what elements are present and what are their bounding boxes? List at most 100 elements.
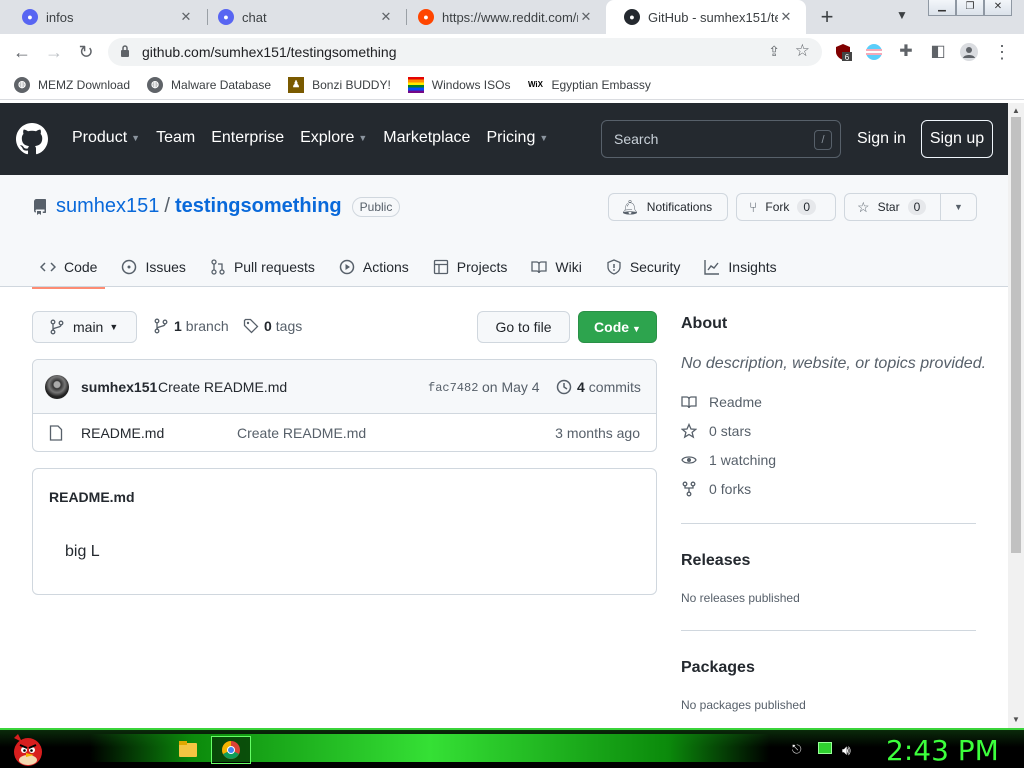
- browser-tab-chat[interactable]: ● chat ✕: [200, 0, 406, 34]
- start-button-angry-bird-icon[interactable]: [8, 730, 46, 768]
- notifications-button[interactable]: 🔔︎ Notifications: [608, 193, 728, 221]
- commits-history-link[interactable]: 4 commits: [556, 379, 641, 395]
- nav-team[interactable]: Team: [156, 129, 195, 147]
- tab-security[interactable]: Security: [598, 247, 689, 287]
- tab-insights[interactable]: Insights: [696, 247, 784, 287]
- go-to-file-button[interactable]: Go to file: [477, 311, 570, 343]
- github-logo-icon[interactable]: [16, 123, 48, 155]
- side-panel-icon[interactable]: ◧: [926, 40, 950, 64]
- sign-in-link[interactable]: Sign in: [857, 130, 906, 148]
- reload-icon[interactable]: ↻: [74, 40, 98, 64]
- address-bar[interactable]: github.com/sumhex151/testingsomething ⇪ …: [108, 38, 822, 66]
- star-button[interactable]: ☆ Star 0: [844, 193, 941, 221]
- history-icon: [556, 379, 572, 395]
- watchers-link[interactable]: 1 watching: [681, 452, 776, 468]
- close-tab-icon[interactable]: ✕: [378, 9, 394, 25]
- close-window-icon[interactable]: ✕: [984, 0, 1012, 16]
- file-commit-message-link[interactable]: Create README.md: [237, 425, 366, 441]
- ublock-extension-icon[interactable]: 6: [834, 43, 852, 61]
- readme-title[interactable]: README.md: [49, 489, 135, 505]
- extension-pride-icon[interactable]: [865, 43, 883, 61]
- browser-tab-infos[interactable]: ● infos ✕: [4, 0, 206, 34]
- tab-wiki[interactable]: Wiki: [523, 247, 589, 287]
- commit-sha-link[interactable]: fac7482: [428, 381, 478, 395]
- repo-icon: [34, 198, 46, 215]
- nav-marketplace[interactable]: Marketplace: [383, 129, 470, 147]
- bookmark-label: Malware Database: [171, 77, 272, 92]
- repo-name-link[interactable]: testingsomething: [175, 195, 342, 218]
- page-scrollbar[interactable]: ▲ ▼: [1008, 103, 1024, 728]
- forks-label: forks: [720, 481, 752, 497]
- bookmarks-bar: ◍ MEMZ Download ◍ Malware Database ♟ Bon…: [0, 70, 1024, 100]
- new-tab-button[interactable]: +: [816, 4, 838, 30]
- browser-tab-reddit[interactable]: ● https://www.reddit.com/r/ ✕: [400, 0, 606, 34]
- puzzle-extensions-icon[interactable]: ✚: [894, 40, 918, 64]
- commit-author-link[interactable]: sumhex151: [81, 379, 157, 395]
- bookmark-label: Bonzi BUDDY!: [312, 77, 391, 92]
- bookmark-memz[interactable]: ◍ MEMZ Download: [14, 76, 130, 93]
- branches-link[interactable]: 1 branch: [153, 318, 229, 334]
- close-tab-icon[interactable]: ✕: [578, 9, 594, 25]
- bookmark-malware-database[interactable]: ◍ Malware Database: [147, 76, 272, 93]
- about-description: No description, website, or topics provi…: [681, 355, 987, 372]
- taskbar-chrome[interactable]: [211, 736, 251, 764]
- forks-count: 0: [709, 481, 717, 497]
- stars-link[interactable]: 0 stars: [681, 423, 751, 439]
- avatar[interactable]: [45, 375, 69, 399]
- tab-search-chevron-icon[interactable]: ▼: [896, 8, 908, 22]
- close-tab-icon[interactable]: ✕: [778, 9, 794, 25]
- fork-button[interactable]: ⑂ Fork 0: [736, 193, 836, 221]
- scrollbar-thumb[interactable]: [1011, 117, 1021, 553]
- browser-tab-github[interactable]: ● GitHub - sumhex151/test ✕: [606, 0, 806, 34]
- tab-actions[interactable]: Actions: [331, 247, 417, 287]
- scroll-down-arrow-icon[interactable]: ▼: [1012, 715, 1020, 724]
- taskbar-clock[interactable]: 2:43 PM: [886, 734, 999, 767]
- bookmark-star-icon[interactable]: ☆: [795, 41, 810, 61]
- nav-pricing[interactable]: Pricing ▼: [486, 129, 548, 147]
- readme-link[interactable]: Readme: [681, 394, 762, 410]
- forks-link[interactable]: 0 forks: [681, 481, 751, 497]
- share-icon[interactable]: ⇪: [768, 43, 780, 60]
- nav-product[interactable]: Product ▼: [72, 129, 140, 147]
- scroll-up-arrow-icon[interactable]: ▲: [1012, 106, 1020, 115]
- tab-projects[interactable]: Projects: [425, 247, 516, 287]
- fork-icon: [682, 481, 696, 497]
- tab-label: Pull requests: [233, 259, 315, 275]
- nav-explore[interactable]: Explore ▼: [300, 129, 367, 147]
- stars-label: stars: [720, 423, 752, 439]
- bookmark-windows-isos[interactable]: Windows ISOs: [407, 76, 510, 93]
- tags-link[interactable]: 0 tags: [243, 318, 302, 334]
- sign-up-button[interactable]: Sign up: [921, 120, 993, 158]
- code-dropdown-button[interactable]: Code ▼: [578, 311, 657, 343]
- kebab-menu-icon[interactable]: ⋮: [990, 40, 1014, 64]
- commit-message-link[interactable]: Create README.md: [158, 379, 287, 395]
- tab-code[interactable]: Code: [32, 247, 106, 289]
- star-dropdown-button[interactable]: ▼: [940, 193, 977, 221]
- bookmark-egyptian-embassy[interactable]: WiX Egyptian Embassy: [527, 77, 651, 93]
- tab-issues[interactable]: Issues: [113, 247, 193, 287]
- table-row[interactable]: README.md Create README.md 3 months ago: [33, 414, 656, 452]
- tray-ime-icon[interactable]: ⎋: [792, 742, 802, 757]
- profile-avatar-icon[interactable]: [960, 43, 978, 61]
- github-search-input[interactable]: Search /: [601, 120, 841, 158]
- bookmark-bonzi-buddy[interactable]: ♟ Bonzi BUDDY!: [288, 76, 391, 93]
- repo-owner-link[interactable]: sumhex151: [56, 195, 159, 218]
- stars-count: 0: [709, 423, 717, 439]
- releases-heading[interactable]: Releases: [681, 552, 750, 570]
- chevron-down-icon: ▼: [632, 324, 641, 334]
- tab-pull-requests[interactable]: Pull requests: [202, 247, 323, 287]
- volume-icon[interactable]: 🔊︎: [842, 742, 851, 759]
- packages-heading[interactable]: Packages: [681, 659, 755, 677]
- maximize-icon[interactable]: ❐: [956, 0, 984, 16]
- os-taskbar: ⎋ 🔊︎ 2:43 PM: [0, 728, 1024, 768]
- branch-select-button[interactable]: main ▼: [32, 311, 137, 343]
- close-tab-icon[interactable]: ✕: [178, 9, 194, 25]
- network-icon[interactable]: [818, 742, 832, 754]
- forward-arrow-icon[interactable]: →: [42, 40, 66, 64]
- taskbar-explorer[interactable]: [168, 736, 208, 764]
- back-arrow-icon[interactable]: ←: [10, 40, 34, 64]
- nav-enterprise[interactable]: Enterprise: [211, 129, 284, 147]
- divider: [681, 630, 976, 631]
- minimize-icon[interactable]: ▁: [928, 0, 956, 16]
- file-name-link[interactable]: README.md: [81, 425, 164, 441]
